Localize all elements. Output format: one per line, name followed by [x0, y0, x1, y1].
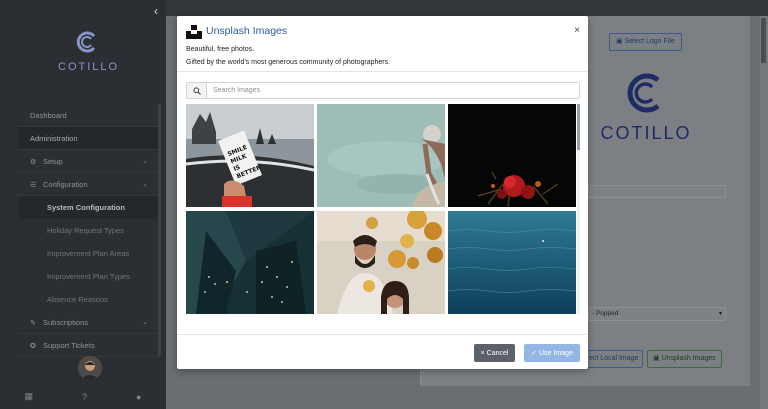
cotillo-logo-icon: [627, 73, 660, 113]
avatar[interactable]: [78, 356, 102, 380]
chevron-down-icon: ⌄: [142, 181, 148, 188]
sidebar-item-configuration[interactable]: ☰ Configuration ⌄: [18, 173, 160, 196]
company-logo-text: COTILLO: [600, 123, 692, 143]
image-icon: ▣: [616, 38, 623, 45]
sidebar-item-label: Setup: [43, 157, 63, 166]
avatar-image: [78, 356, 102, 380]
photo-red-roses: [448, 104, 576, 207]
cotillo-logo-icon: [76, 31, 96, 53]
sidebar-logo[interactable]: COTILLO: [58, 30, 118, 73]
grid-icon[interactable]: ▦: [25, 391, 34, 402]
sidebar-item-dashboard[interactable]: Dashboard: [18, 104, 160, 127]
photo-couple-flowers: [317, 211, 445, 314]
modal-description: Beautiful, free photos.: [186, 46, 255, 53]
unsplash-modal: Unsplash Images × Beautiful, free photos…: [177, 16, 588, 369]
image-grid: SMILE MILK IS BETTER: [186, 104, 576, 314]
sidebar-menu: Dashboard Administration ⚙ Setup ⌄ ☰ Confi…: [18, 104, 160, 357]
wrench-icon: ✎: [30, 320, 36, 327]
sidebar-item-label: Support Tickets: [43, 341, 95, 350]
image-tile[interactable]: [317, 104, 445, 207]
sidebar-logo-text: COTILLO: [58, 61, 120, 73]
image-tile[interactable]: [317, 211, 445, 314]
close-icon[interactable]: ×: [574, 25, 580, 36]
question-icon[interactable]: ?: [82, 392, 87, 402]
chevron-left-icon[interactable]: ‹: [154, 4, 158, 18]
unsplash-logo-icon: [186, 25, 202, 39]
settings-select[interactable]: - Popped ▾: [588, 307, 726, 321]
select-logo-file-button[interactable]: ▣ Select Logo File: [609, 33, 682, 51]
image-tile[interactable]: SMILE MILK IS BETTER: [186, 104, 314, 207]
settings-input[interactable]: [588, 185, 726, 198]
sidebar-item-improvement-plan-areas[interactable]: Improvement Plan Areas: [18, 242, 160, 265]
unsplash-images-button-label: Unsplash Images: [661, 355, 716, 362]
sidebar-scrollbar[interactable]: [158, 104, 161, 356]
modal-description-credit: Gifted by the world's most generous comm…: [186, 59, 391, 66]
sidebar-item-improvement-plan-types[interactable]: Improvement Plan Types: [18, 265, 160, 288]
photo-milk-carton-beach: SMILE MILK IS BETTER: [186, 104, 314, 207]
image-tile[interactable]: [448, 104, 576, 207]
use-image-button-label: Use Image: [539, 349, 573, 357]
photo-water-reach: [317, 104, 445, 207]
sidebar-item-administration[interactable]: Administration: [18, 127, 160, 150]
modal-title: Unsplash Images: [206, 25, 288, 37]
sidebar-item-support-tickets[interactable]: ✪ Support Tickets: [18, 334, 160, 357]
chevron-down-icon: ⌄: [142, 158, 148, 165]
company-logo-preview: COTILLO: [596, 70, 696, 144]
bell-icon[interactable]: ●: [136, 392, 141, 402]
unsplash-images-button[interactable]: ▣ Unsplash Images: [647, 350, 722, 368]
use-image-button[interactable]: ✓ Use Image: [524, 344, 580, 362]
image-tile[interactable]: [448, 211, 576, 314]
photo-city-night: [186, 211, 314, 314]
search-input[interactable]: [207, 83, 579, 98]
caret-down-icon: ▾: [718, 311, 722, 317]
image-grid-scrollbar-thumb[interactable]: [577, 104, 580, 150]
close-icon: ×: [480, 349, 485, 357]
settings-select-value: - Popped: [592, 310, 619, 317]
sidebar-item-label: Configuration: [43, 180, 88, 189]
select-logo-file-label: Select Logo File: [624, 38, 675, 45]
search-icon: [187, 83, 207, 98]
sidebar-item-setup[interactable]: ⚙ Setup ⌄: [18, 150, 160, 173]
modal-footer: × Cancel ✓ Use Image: [177, 334, 588, 369]
cancel-button-label: Cancel: [486, 349, 509, 357]
photo-blue-ocean: [448, 211, 576, 314]
chevron-down-icon: ⌄: [142, 319, 148, 326]
topbar: [166, 0, 768, 16]
list-icon: ☰: [30, 182, 37, 189]
sidebar-footer: ▦ ? ●: [0, 384, 166, 409]
check-icon: ✓: [531, 350, 537, 357]
sidebar-item-absence-reasons[interactable]: Absence Reasons: [18, 288, 160, 311]
sidebar-item-label: Subscriptions: [43, 318, 89, 327]
sidebar-item-system-configuration[interactable]: System Configuration: [18, 196, 160, 219]
cancel-button[interactable]: × Cancel: [474, 344, 515, 362]
gear-icon: ⚙: [30, 159, 37, 166]
sidebar-item-holiday-request-types[interactable]: Holiday Request Types: [18, 219, 160, 242]
image-tile[interactable]: [186, 211, 314, 314]
lifebuoy-icon: ✪: [30, 343, 36, 350]
unsplash-icon: ▣: [653, 355, 660, 362]
page-scrollbar[interactable]: [760, 16, 768, 409]
modal-header: Unsplash Images × Beautiful, free photos…: [177, 16, 588, 72]
sidebar-item-subscriptions[interactable]: ✎ Subscriptions ⌄: [18, 311, 160, 334]
page-scrollbar-thumb[interactable]: [761, 18, 766, 63]
search-bar: [186, 82, 580, 99]
